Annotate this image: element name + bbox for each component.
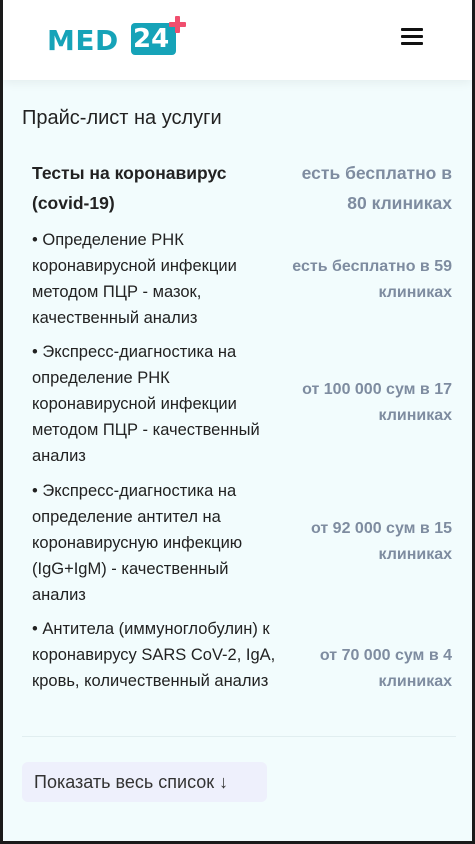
service-price: от 100 000 сум в 17 клиниках: [302, 381, 452, 424]
service-price: от 92 000 сум в 15 клиниках: [311, 520, 452, 563]
service-name[interactable]: • Экспресс-диагностика на определение РН…: [32, 339, 282, 469]
service-price: есть бесплатно в 59 клиниках: [292, 258, 452, 301]
service-price: от 70 000 сум в 4 клиниках: [319, 647, 452, 690]
show-all-button[interactable]: Показать весь список ↓: [22, 762, 267, 802]
site-header: MED 24: [3, 0, 472, 80]
page: MED 24 Прайс-лист на услуги Тесты на кор…: [3, 0, 472, 841]
category-price: есть бесплатно в 80 клиниках: [301, 163, 452, 213]
menu-bar: [401, 35, 423, 38]
service-name[interactable]: • Антитела (иммуноглобулин) к коронавиру…: [32, 616, 282, 694]
logo-text: MED: [47, 24, 119, 57]
logo-number: 24: [133, 24, 170, 54]
service-name[interactable]: • Определение РНК коронавирусной инфекци…: [32, 227, 282, 331]
menu-bar: [401, 42, 423, 45]
plus-icon: [169, 16, 186, 33]
med24-logo[interactable]: MED 24: [47, 16, 192, 57]
menu-bar: [401, 28, 423, 31]
category-name[interactable]: Тесты на коронавирус (covid-19): [32, 158, 282, 218]
hamburger-menu-icon[interactable]: [401, 26, 425, 48]
service-name[interactable]: • Экспресс-диагностика на определение ан…: [32, 478, 282, 608]
section-title: Прайс-лист на услуги: [22, 107, 222, 129]
divider: [22, 736, 456, 737]
